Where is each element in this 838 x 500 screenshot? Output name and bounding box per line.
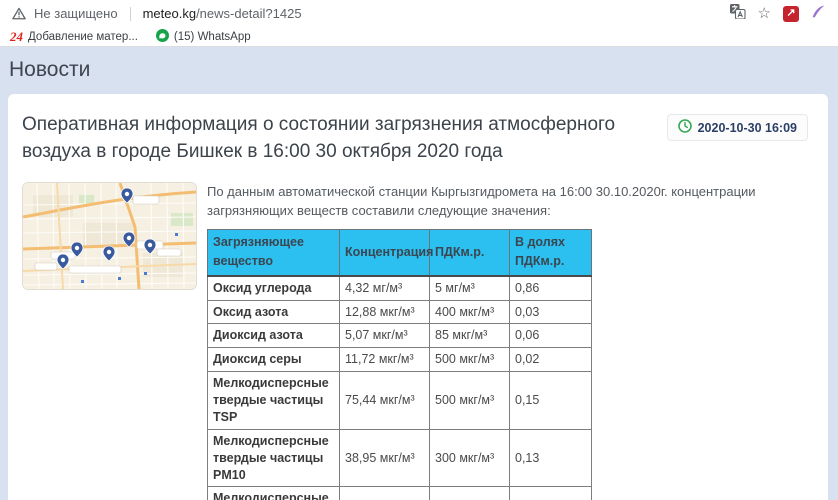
address-bar[interactable]: Не защищено meteo.kg/news-detail?1425 ☆ …: [0, 0, 838, 27]
table-row: Диоксид серы 11,72 мкг/м³ 500 мкг/м³ 0,0…: [208, 348, 592, 372]
map-image: [23, 183, 196, 289]
cell-concentration: 13,99 мкг/м³: [340, 487, 430, 500]
cell-share: 0,02: [510, 348, 592, 372]
extension-red-arrow-icon[interactable]: ↗: [783, 6, 799, 22]
cell-concentration: 4,32 мг/м³: [340, 276, 430, 300]
cell-concentration: 75,44 мкг/м³: [340, 372, 430, 430]
bookmark-item-whatsapp[interactable]: (15) WhatsApp: [156, 29, 251, 45]
cell-substance: Диоксид серы: [208, 348, 340, 372]
bookmarks-bar: 24 Добавление матер... (15) WhatsApp: [0, 27, 838, 46]
col-header-mpc-share: В долях ПДКм.р.: [510, 229, 592, 275]
page-title: Новости: [0, 47, 838, 94]
url-path: /news-detail?1425: [196, 6, 302, 21]
news-page: Новости Оперативная информация о состоян…: [0, 47, 838, 500]
cell-substance: Оксид азота: [208, 300, 340, 324]
cell-substance: Мелкодисперсные твердые частицы PM10: [208, 429, 340, 487]
url-host: meteo.kg: [143, 6, 196, 21]
table-row: Мелкодисперсные твердые частицы PM2.5 13…: [208, 487, 592, 500]
timestamp-text: 2020-10-30 16:09: [698, 121, 797, 135]
table-row: Оксид азота 12,88 мкг/м³ 400 мкг/м³ 0,03: [208, 300, 592, 324]
cell-concentration: 12,88 мкг/м³: [340, 300, 430, 324]
cell-mpc: 500 мкг/м³: [430, 372, 510, 430]
table-row: Мелкодисперсные твердые частицы TSP 75,4…: [208, 372, 592, 430]
intro-paragraph: По данным автоматической станции Кыргызг…: [207, 182, 808, 221]
cell-substance: Оксид углерода: [208, 276, 340, 300]
security-label: Не защищено: [34, 6, 118, 21]
cell-share: 0,13: [510, 429, 592, 487]
extension-feather-icon[interactable]: [811, 4, 826, 24]
cell-mpc: 300 мкг/м³: [430, 429, 510, 487]
table-row: Мелкодисперсные твердые частицы PM10 38,…: [208, 429, 592, 487]
cell-share: 0,15: [510, 372, 592, 430]
article-title: Оперативная информация о состоянии загря…: [22, 112, 651, 166]
cell-substance: Мелкодисперсные твердые частицы TSP: [208, 372, 340, 430]
bookmark-label: (15) WhatsApp: [174, 31, 251, 43]
clock-icon: [678, 119, 692, 136]
address-divider: [130, 7, 131, 21]
cell-share: 0,03: [510, 300, 592, 324]
stations-map-thumbnail[interactable]: [22, 182, 197, 290]
cell-concentration: 11,72 мкг/м³: [340, 348, 430, 372]
col-header-mpc: ПДКм.р.: [430, 229, 510, 275]
cell-mpc: 85 мкг/м³: [430, 324, 510, 348]
pollution-table: Загрязняющее вещество Концентрация ПДКм.…: [207, 229, 592, 500]
table-row: Диоксид азота 5,07 мкг/м³ 85 мкг/м³ 0,06: [208, 324, 592, 348]
cell-substance: Мелкодисперсные твердые частицы PM2.5: [208, 487, 340, 500]
not-secure-warning-icon[interactable]: [12, 7, 26, 20]
cell-concentration: 38,95 мкг/м³: [340, 429, 430, 487]
browser-chrome: Не защищено meteo.kg/news-detail?1425 ☆ …: [0, 0, 838, 47]
cell-share: 0,86: [510, 276, 592, 300]
cell-mpc: 500 мкг/м³: [430, 348, 510, 372]
url-text[interactable]: meteo.kg/news-detail?1425: [143, 6, 302, 21]
cell-mpc: 5 мг/м³: [430, 276, 510, 300]
article-card: Оперативная информация о состоянии загря…: [8, 94, 828, 500]
table-header-row: Загрязняющее вещество Концентрация ПДКм.…: [208, 229, 592, 275]
whatsapp-favicon: [156, 29, 169, 45]
col-header-substance: Загрязняющее вещество: [208, 229, 340, 275]
bookmark-label: Добавление матер...: [28, 31, 138, 43]
cell-share: 0,09: [510, 487, 592, 500]
bookmark-star-icon[interactable]: ☆: [758, 6, 771, 21]
cell-substance: Диоксид азота: [208, 324, 340, 348]
24kg-favicon: 24: [10, 29, 23, 45]
cell-concentration: 5,07 мкг/м³: [340, 324, 430, 348]
translate-icon[interactable]: [729, 3, 746, 24]
bookmark-item-24kg[interactable]: 24 Добавление матер...: [10, 29, 138, 45]
cell-share: 0,06: [510, 324, 592, 348]
col-header-concentration: Концентрация: [340, 229, 430, 275]
table-row: Оксид углерода 4,32 мг/м³ 5 мг/м³ 0,86: [208, 276, 592, 300]
timestamp-badge: 2020-10-30 16:09: [667, 114, 808, 141]
cell-mpc: 400 мкг/м³: [430, 300, 510, 324]
cell-mpc: 160 мкг/м³: [430, 487, 510, 500]
